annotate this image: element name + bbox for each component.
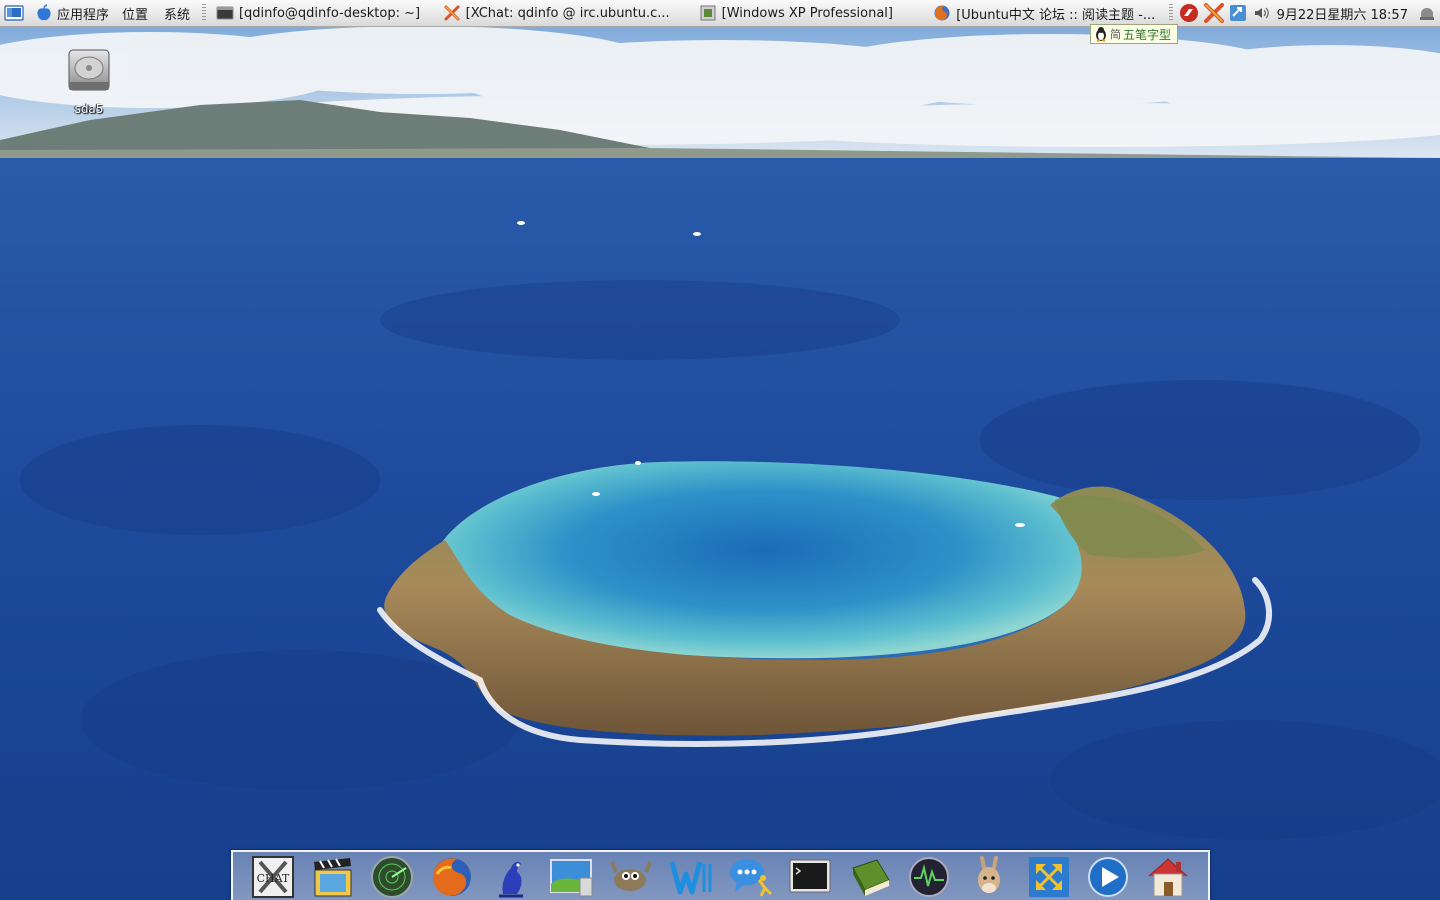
dock-item-messenger[interactable] <box>726 854 774 900</box>
menu-applications[interactable]: 应用程序 <box>28 0 114 27</box>
donkey-icon <box>978 856 1001 893</box>
dock-item-amule[interactable] <box>965 854 1013 900</box>
menu-applications-label: 应用程序 <box>57 7 110 23</box>
xchat-tray-icon <box>1203 3 1224 23</box>
xchat-icon <box>444 5 460 21</box>
dock-item-image-viewer[interactable] <box>547 854 595 900</box>
home-icon <box>1148 858 1188 897</box>
menu-places[interactable]: 位置 <box>114 0 156 27</box>
landscape-photo-icon <box>550 859 593 897</box>
gimp-icon <box>610 861 652 891</box>
task-firefox[interactable]: [Ubuntu中文 论坛 :: 阅读主题 -... <box>927 0 1164 27</box>
writer-w-icon <box>669 861 712 895</box>
task-terminal-title: [qdinfo@qdinfo-desktop: ~] <box>238 5 421 21</box>
dock-item-home-folder[interactable] <box>1144 854 1192 900</box>
dock-item-movie-player[interactable] <box>309 854 357 900</box>
desktop-wallpaper <box>0 0 1440 900</box>
desktop-icon-sda5[interactable]: sda5 <box>58 46 120 116</box>
show-desktop-button[interactable] <box>0 0 28 27</box>
logout-icon <box>1419 8 1434 20</box>
dock-item-radar[interactable] <box>368 854 416 900</box>
menu-places-label: 位置 <box>122 7 149 23</box>
task-terminal[interactable]: [qdinfo@qdinfo-desktop: ~] <box>210 0 437 27</box>
tray-app-1[interactable] <box>1177 0 1201 27</box>
show-desktop-icon <box>4 5 24 21</box>
tray-trash[interactable] <box>1414 0 1440 27</box>
desktop-icon-label: sda5 <box>74 102 104 116</box>
dock: CHAT <box>231 850 1210 900</box>
play-icon <box>1088 857 1129 897</box>
hard-drive-icon <box>68 49 110 91</box>
terminal-icon <box>789 859 831 893</box>
chat-bubble-icon <box>730 859 773 897</box>
firefox-icon <box>934 5 950 21</box>
top-panel: 应用程序 位置 系统 [qdinfo@qdinfo-desktop: ~] [X… <box>0 0 1440 27</box>
xchat-dock-label: CHAT <box>256 872 289 885</box>
task-xchat-title: [XChat: qdinfo @ irc.ubuntu.c... <box>465 5 670 21</box>
task-xchat[interactable]: [XChat: qdinfo @ irc.ubuntu.c... <box>437 0 693 27</box>
dock-item-writer[interactable] <box>667 854 715 900</box>
radar-icon <box>371 856 414 898</box>
dock-item-xchat[interactable]: CHAT <box>249 854 297 900</box>
task-vmware[interactable]: [Windows XP Professional] <box>693 0 928 27</box>
clapperboard-icon <box>313 858 352 897</box>
clock-label: 9月22日星期六 18:57 <box>1276 7 1408 23</box>
dock-item-firefox[interactable] <box>428 854 476 900</box>
book-icon <box>851 859 890 896</box>
clock[interactable]: 9月22日星期六 18:57 <box>1275 0 1414 27</box>
xchat-icon: CHAT <box>251 856 294 898</box>
dock-item-system-monitor[interactable] <box>905 854 953 900</box>
apple-icon <box>37 4 51 21</box>
task-firefox-title: [Ubuntu中文 论坛 :: 阅读主题 -... <box>956 7 1156 23</box>
task-vmware-title: [Windows XP Professional] <box>721 5 893 21</box>
volume-icon <box>1254 7 1269 19</box>
panel-separator <box>202 4 206 22</box>
tray-xchat[interactable] <box>1201 0 1227 27</box>
vmware-icon <box>700 5 716 21</box>
monitor-wave-icon <box>909 857 950 897</box>
menu-system-label: 系统 <box>164 7 191 23</box>
dock-item-vmware[interactable] <box>1025 854 1073 900</box>
swirl-app-icon <box>1179 4 1198 22</box>
tray-volume[interactable] <box>1249 0 1275 27</box>
ime-status-bar[interactable]: 简 五笔字型 <box>1090 24 1178 44</box>
tray-update[interactable] <box>1227 0 1249 27</box>
dock-item-dictionary[interactable] <box>846 854 894 900</box>
ime-mode-char[interactable]: 简 <box>1110 26 1121 42</box>
firefox-icon <box>432 858 471 896</box>
dock-item-gimp[interactable] <box>607 854 655 900</box>
ime-input-method-label[interactable]: 五笔字型 <box>1123 26 1171 43</box>
vmware-icon <box>1028 857 1069 897</box>
dock-item-media-player[interactable] <box>1084 854 1132 900</box>
panel-separator <box>1168 4 1173 22</box>
arrow-up-icon <box>1229 5 1246 21</box>
penguin-icon <box>1096 27 1106 42</box>
menu-system[interactable]: 系统 <box>156 0 198 27</box>
dock-item-pidgin[interactable] <box>488 854 536 900</box>
pidgin-icon <box>498 861 523 898</box>
dock-item-terminal[interactable] <box>786 854 834 900</box>
terminal-icon <box>216 6 234 20</box>
